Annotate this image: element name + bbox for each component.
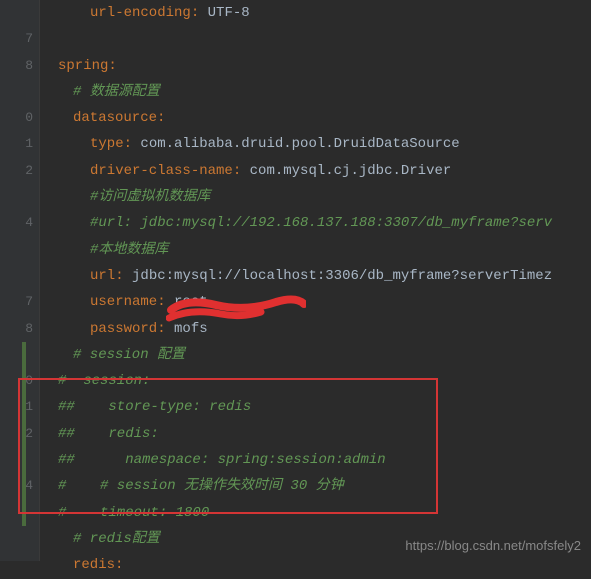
code-line[interactable]: username: root <box>58 289 591 315</box>
code-line[interactable]: url-encoding: UTF-8 <box>58 0 591 26</box>
code-line[interactable]: # timeout: 1800 <box>58 500 591 526</box>
gutter-row: 2 <box>0 158 33 184</box>
gutter-row <box>0 0 33 26</box>
gutter-row: 0 <box>0 105 33 131</box>
code-line[interactable]: password: mofs <box>58 316 591 342</box>
code-line[interactable]: url: jdbc:mysql://localhost:3306/db_myfr… <box>58 263 591 289</box>
line-gutter: 7 8 0 1 2 4 7 8 0 1 2 4 <box>0 0 40 561</box>
gutter-row: 2 <box>0 421 33 447</box>
code-line[interactable]: driver-class-name: com.mysql.cj.jdbc.Dri… <box>58 158 591 184</box>
gutter-row: 1 <box>0 131 33 157</box>
code-line[interactable]: spring: <box>58 53 591 79</box>
gutter-row: 0 <box>0 368 33 394</box>
code-line[interactable]: ## namespace: spring:session:admin <box>58 447 591 473</box>
gutter-row: 7 <box>0 26 33 52</box>
gutter-row: 4 <box>0 210 33 236</box>
gutter-row <box>0 552 33 578</box>
code-line[interactable]: # 数据源配置 <box>58 79 591 105</box>
code-content[interactable]: url-encoding: UTF-8 spring:# 数据源配置datasou… <box>40 0 591 561</box>
gutter-row: 1 <box>0 394 33 420</box>
code-line[interactable]: #本地数据库 <box>58 237 591 263</box>
code-line[interactable]: redis: <box>58 552 591 578</box>
code-editor[interactable]: 7 8 0 1 2 4 7 8 0 1 2 4 url-encoding: UT… <box>0 0 591 561</box>
code-line[interactable]: datasource: <box>58 105 591 131</box>
gutter-row <box>0 237 33 263</box>
code-line[interactable]: #访问虚拟机数据库 <box>58 184 591 210</box>
gutter-row: 7 <box>0 289 33 315</box>
code-line[interactable]: ## redis: <box>58 421 591 447</box>
code-line[interactable]: #url: jdbc:mysql://192.168.137.188:3307/… <box>58 210 591 236</box>
gutter-row <box>0 79 33 105</box>
code-line[interactable]: ## store-type: redis <box>58 394 591 420</box>
code-line[interactable] <box>58 26 591 52</box>
gutter-row: 8 <box>0 316 33 342</box>
watermark-text: https://blog.csdn.net/mofsfely2 <box>405 538 581 553</box>
gutter-row: 8 <box>0 53 33 79</box>
gutter-row <box>0 447 33 473</box>
gutter-row <box>0 342 33 368</box>
change-marker <box>22 342 26 526</box>
gutter-row <box>0 526 33 552</box>
code-line[interactable]: type: com.alibaba.druid.pool.DruidDataSo… <box>58 131 591 157</box>
gutter-row <box>0 263 33 289</box>
gutter-row <box>0 184 33 210</box>
gutter-row <box>0 500 33 526</box>
code-line[interactable]: # session 配置 <box>58 342 591 368</box>
code-line[interactable]: # # session 无操作失效时间 30 分钟 <box>58 473 591 499</box>
gutter-row: 4 <box>0 473 33 499</box>
code-line[interactable]: # session: <box>58 368 591 394</box>
